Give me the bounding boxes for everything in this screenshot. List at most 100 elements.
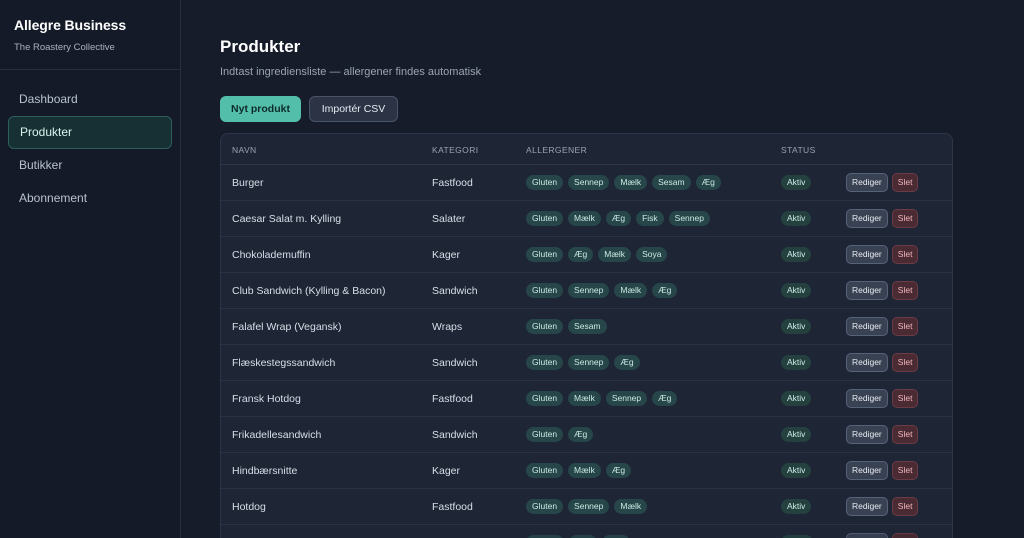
table-header: NAVN KATEGORI ALLERGENER STATUS: [221, 134, 952, 165]
allergen-chip: Sesam: [568, 319, 607, 334]
table-body: Burger Fastfood Gluten Sennep Mælk Sesam Æg Akt…: [221, 165, 952, 538]
sidebar-nav: Dashboard Produkter Butikker Abonnement: [0, 70, 180, 215]
product-category: Fastfood: [432, 501, 473, 513]
row-actions: RedigerSlet: [846, 461, 919, 480]
product-name: Hindbærsnitte: [232, 465, 298, 477]
row-actions: RedigerSlet: [846, 389, 919, 408]
edit-button[interactable]: Rediger: [846, 209, 888, 228]
allergen-list: Gluten Æg Mælk Soya: [526, 247, 668, 262]
product-name: Falafel Wrap (Vegansk): [232, 321, 342, 333]
edit-button[interactable]: Rediger: [846, 533, 888, 538]
allergen-list: Gluten Sesam: [526, 319, 607, 334]
allergen-chip: Æg: [695, 175, 721, 190]
status-badge: Aktiv: [781, 463, 812, 478]
edit-button[interactable]: Rediger: [846, 317, 888, 336]
status-cell: Aktiv: [781, 283, 812, 298]
delete-button[interactable]: Slet: [891, 209, 919, 228]
allergen-chip: Sennep: [568, 499, 610, 514]
edit-button[interactable]: Rediger: [846, 353, 888, 372]
products-table: NAVN KATEGORI ALLERGENER STATUS Burger Fa…: [220, 133, 953, 538]
product-name: Hotdog: [232, 501, 266, 513]
main-content: Produkter Indtast ingrediensliste — alle…: [181, 0, 1024, 538]
row-actions: RedigerSlet: [846, 209, 919, 228]
status-badge: Aktiv: [781, 247, 812, 262]
allergen-chip: Gluten: [526, 391, 564, 406]
delete-button[interactable]: Slet: [891, 353, 919, 372]
allergen-list: Gluten Æg: [526, 427, 594, 442]
product-category: Sandwich: [432, 357, 478, 369]
allergen-list: Gluten Mælk Sennep Æg: [526, 391, 678, 406]
allergen-chip: Æg: [652, 391, 678, 406]
page-title: Produkter: [220, 37, 301, 56]
product-name: Fransk Hotdog: [232, 393, 301, 405]
edit-button[interactable]: Rediger: [846, 497, 888, 516]
allergen-chip: Gluten: [526, 427, 564, 442]
table-row: RedigerSlet: [221, 525, 952, 538]
delete-button[interactable]: Slet: [891, 173, 919, 192]
product-name: Caesar Salat m. Kylling: [232, 213, 342, 225]
allergen-chip: Gluten: [526, 211, 564, 226]
allergen-chip: Æg: [568, 247, 594, 262]
allergen-list: Gluten Mælk Æg Fisk Sennep: [526, 211, 710, 226]
edit-button[interactable]: Rediger: [846, 245, 888, 264]
delete-button[interactable]: Slet: [891, 533, 919, 538]
product-category: Salater: [432, 213, 466, 225]
table-row: Hotdog Fastfood Gluten Sennep Mælk Aktiv Redig…: [221, 489, 952, 525]
edit-button[interactable]: Rediger: [846, 389, 888, 408]
app-window: Allegre Business The Roastery Collective…: [0, 0, 1024, 538]
status-badge: Aktiv: [781, 283, 812, 298]
sidebar-item-butikker[interactable]: Butikker: [8, 149, 172, 182]
table-row: Caesar Salat m. Kylling Salater Gluten Mælk…: [221, 201, 952, 237]
allergen-chip: Gluten: [526, 355, 564, 370]
allergen-chip: Mælk: [598, 247, 632, 262]
delete-button[interactable]: Slet: [891, 461, 919, 480]
product-name: Frikadellesandwich: [232, 429, 322, 441]
allergen-chip: Gluten: [526, 175, 564, 190]
status-badge: Aktiv: [781, 391, 812, 406]
edit-button[interactable]: Rediger: [846, 281, 888, 300]
edit-button[interactable]: Rediger: [846, 173, 888, 192]
header-category: KATEGORI: [432, 145, 479, 155]
new-product-button[interactable]: Nyt produkt: [220, 96, 301, 122]
product-category: Wraps: [432, 321, 463, 333]
sidebar-item-dashboard[interactable]: Dashboard: [8, 83, 172, 116]
allergen-list: Gluten Mælk Æg: [526, 463, 632, 478]
row-actions: RedigerSlet: [846, 317, 919, 336]
delete-button[interactable]: Slet: [891, 245, 919, 264]
allergen-chip: Mælk: [614, 175, 648, 190]
allergen-chip: Sennep: [568, 283, 610, 298]
product-name: Burger: [232, 177, 264, 189]
allergen-chip: Sennep: [605, 391, 648, 406]
allergen-chip: Æg: [605, 463, 632, 478]
allergen-chip: Gluten: [526, 499, 564, 514]
row-actions: RedigerSlet: [846, 245, 919, 264]
edit-button[interactable]: Rediger: [846, 461, 888, 480]
delete-button[interactable]: Slet: [891, 425, 919, 444]
allergen-chip: Mælk: [614, 283, 648, 298]
allergen-chip: Soya: [636, 247, 668, 262]
edit-button[interactable]: Rediger: [846, 425, 888, 444]
product-category: Kager: [432, 465, 461, 477]
allergen-chip: Æg: [614, 355, 640, 370]
table-row: Frikadellesandwich Sandwich Gluten Æg Aktiv R…: [221, 417, 952, 453]
status-badge: Aktiv: [781, 427, 812, 442]
delete-button[interactable]: Slet: [891, 389, 919, 408]
delete-button[interactable]: Slet: [891, 281, 919, 300]
delete-button[interactable]: Slet: [891, 497, 919, 516]
product-category: Fastfood: [432, 393, 473, 405]
row-actions: RedigerSlet: [846, 353, 919, 372]
status-cell: Aktiv: [781, 247, 812, 262]
product-category: Sandwich: [432, 429, 478, 441]
status-badge: Aktiv: [781, 319, 812, 334]
import-csv-button[interactable]: Importér CSV: [309, 96, 398, 122]
allergen-list: Gluten Sennep Mælk Æg: [526, 283, 678, 298]
status-cell: Aktiv: [781, 319, 812, 334]
status-badge: Aktiv: [781, 355, 812, 370]
table-row: Club Sandwich (Kylling & Bacon) Sandwich G…: [221, 273, 952, 309]
sidebar-item-produkter[interactable]: Produkter: [8, 116, 172, 149]
sidebar-item-abonnement[interactable]: Abonnement: [8, 182, 172, 215]
allergen-chip: Æg: [652, 283, 678, 298]
allergen-chip: Sennep: [568, 355, 610, 370]
delete-button[interactable]: Slet: [891, 317, 919, 336]
allergen-chip: Sennep: [668, 211, 710, 226]
